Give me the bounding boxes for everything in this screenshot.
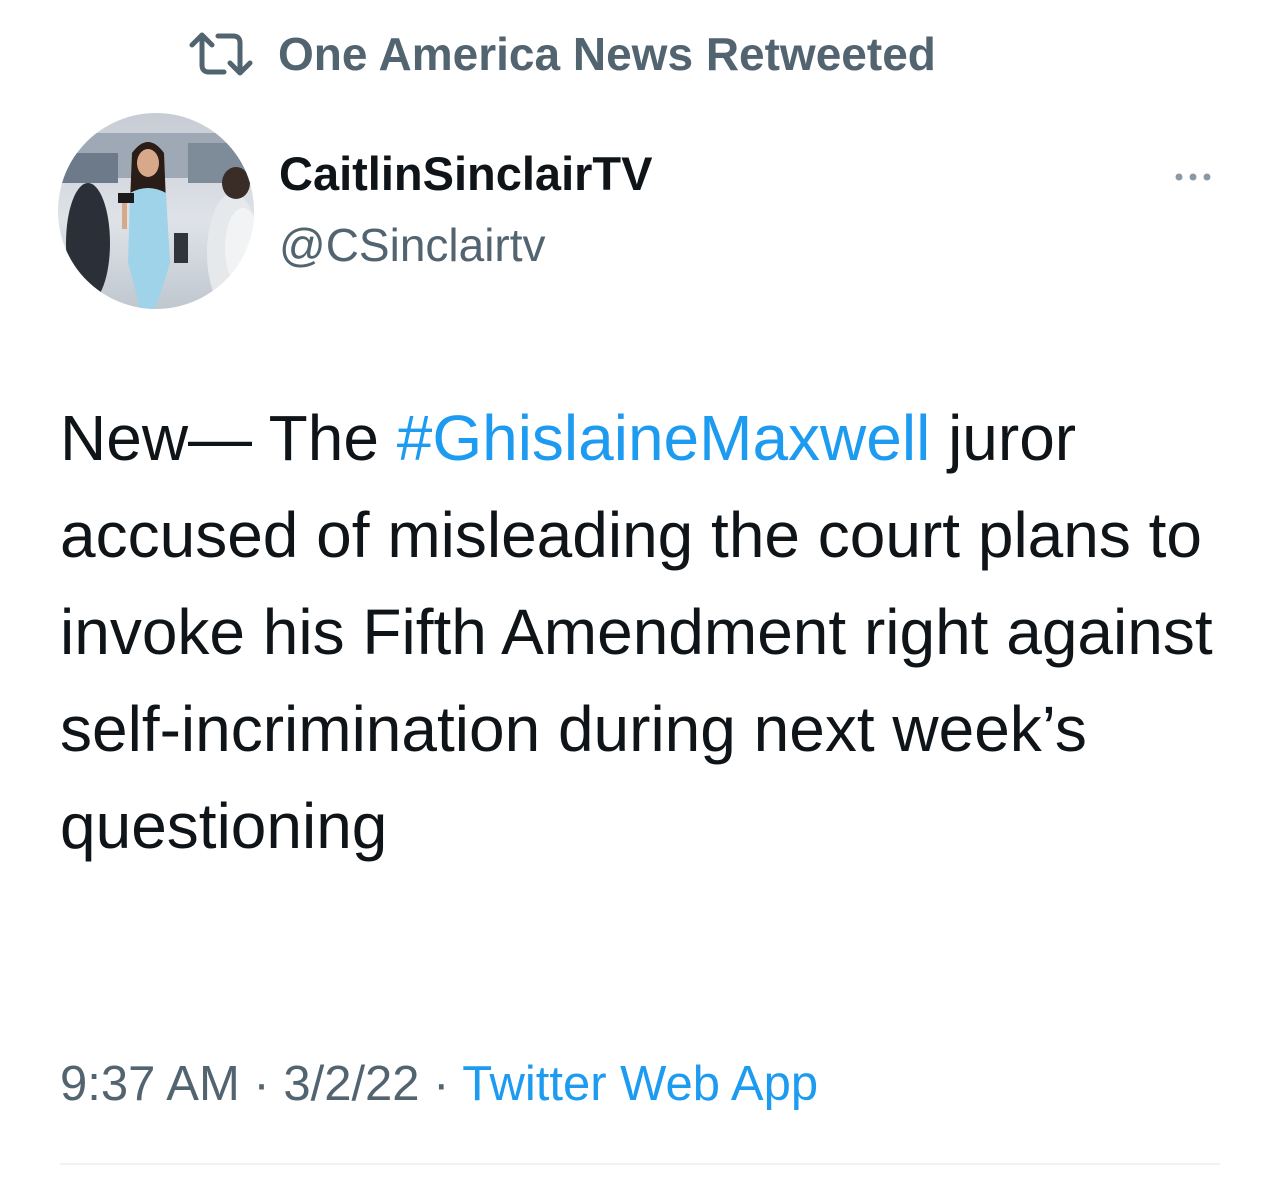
avatar[interactable] <box>58 113 254 309</box>
tweet-text: New— The #GhislaineMaxwell juror accused… <box>60 390 1230 875</box>
author-display-name[interactable]: CaitlinSinclairTV <box>279 146 652 201</box>
tweet-date[interactable]: 3/2/22 <box>283 1057 419 1111</box>
retweet-icon <box>188 29 254 79</box>
author-handle[interactable]: @CSinclairtv <box>279 218 546 272</box>
social-context: One America News Retweeted <box>188 26 936 82</box>
more-options-button[interactable] <box>1168 160 1218 196</box>
more-horizontal-icon <box>1173 169 1213 187</box>
tweet-time[interactable]: 9:37 AM <box>60 1057 240 1111</box>
retweeted-by-link[interactable]: One America News Retweeted <box>278 27 936 81</box>
tweet-text-intro: New— The <box>60 402 397 474</box>
divider <box>60 1163 1220 1165</box>
tweet-source-link[interactable]: Twitter Web App <box>462 1057 818 1111</box>
hashtag-link[interactable]: #GhislaineMaxwell <box>397 402 931 474</box>
tweet-metadata: 9:37 AM · 3/2/22 · Twitter Web App <box>60 1056 818 1112</box>
meta-separator: · <box>419 1057 463 1111</box>
meta-separator: · <box>239 1057 284 1111</box>
